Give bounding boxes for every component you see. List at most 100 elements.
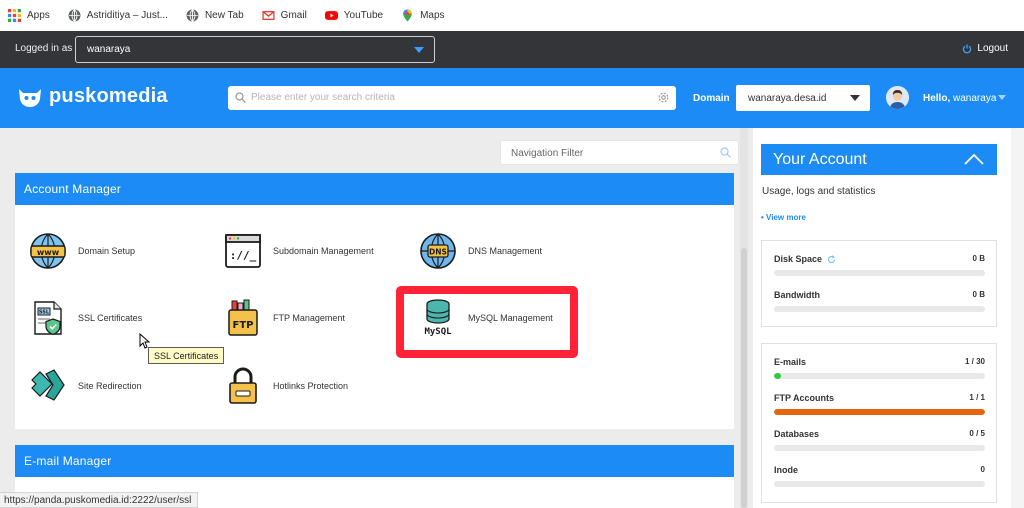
disk-space-label: Disk Space	[774, 254, 823, 264]
stat-name: E-mails	[774, 357, 807, 367]
domain-select[interactable]: wanaraya.desa.id	[736, 85, 870, 111]
navigation-filter-placeholder: Navigation Filter	[511, 148, 584, 159]
ssl-certificates-link[interactable]: SSL SSL Certificates	[29, 299, 142, 337]
bookmark-astriditiya[interactable]: Astriditiya – Just...	[68, 9, 168, 22]
logo-text: puskomedia	[49, 85, 168, 107]
item-label: FTP Management	[273, 313, 345, 323]
svg-text:SSL: SSL	[39, 310, 50, 316]
bookmark-apps[interactable]: Apps	[8, 9, 50, 22]
globe-icon	[68, 9, 81, 22]
svg-text:://_: ://_	[230, 249, 257, 262]
stat-bar	[774, 445, 985, 451]
svg-text:DNS: DNS	[429, 248, 447, 257]
stat-bar	[774, 373, 985, 379]
dns-globe-icon: DNS	[420, 233, 456, 269]
stat-value: 1 / 1	[969, 393, 985, 402]
stat-value: 1 / 30	[964, 357, 985, 366]
stat-value: 0	[980, 465, 985, 474]
youtube-icon	[324, 11, 338, 20]
apps-grid-icon	[8, 9, 21, 22]
refresh-icon[interactable]	[827, 254, 836, 264]
stat-bar-fill	[774, 373, 781, 379]
bookmark-maps[interactable]: Maps	[401, 9, 445, 22]
scrollbar-thumb[interactable]	[741, 248, 747, 508]
hotlinks-protection-link[interactable]: Hotlinks Protection	[224, 367, 348, 405]
dns-management-link[interactable]: DNS DNS Management	[419, 232, 542, 270]
usage-box-accounts: E-mails 1 / 30 FTP Accounts 1 / 1 Databa…	[761, 343, 997, 503]
bookmark-label: Maps	[420, 10, 445, 21]
ftp-management-link[interactable]: FTP FTP Management	[224, 299, 345, 337]
status-bar-url: https://panda.puskomedia.id:2222/user/ss…	[0, 492, 199, 508]
view-more-link[interactable]: • View more	[761, 213, 806, 222]
globe-icon	[186, 9, 199, 22]
bookmark-new-tab[interactable]: New Tab	[186, 9, 244, 22]
bookmark-label: New Tab	[204, 10, 244, 21]
stat-value: 0 B	[972, 254, 985, 263]
gear-icon[interactable]	[657, 91, 670, 104]
email-manager-header[interactable]: E-mail Manager	[15, 445, 734, 477]
stat-bar-fill	[774, 409, 985, 415]
chevron-down-icon	[850, 95, 860, 101]
bookmark-label: Gmail	[280, 10, 307, 21]
bookmark-label: YouTube	[343, 10, 384, 21]
domain-select-value: wanaraya.desa.id	[748, 93, 827, 104]
puskomedia-logo[interactable]: puskomedia	[17, 85, 168, 108]
chevron-down-icon[interactable]	[998, 95, 1006, 100]
tooltip-text: SSL Certificates	[154, 351, 219, 361]
hello-username: wanaraya	[953, 93, 997, 104]
search-icon	[720, 147, 731, 158]
subdomain-browser-icon: ://_	[225, 234, 261, 268]
email-manager-title: E-mail Manager	[24, 454, 112, 468]
bookmark-youtube[interactable]: YouTube	[324, 9, 384, 22]
your-account-header[interactable]: Your Account	[761, 144, 997, 175]
bookmark-label: Astriditiya – Just...	[86, 10, 168, 21]
hello-user[interactable]: Hello, wanaraya	[923, 93, 996, 104]
stat-bar	[774, 481, 985, 487]
item-label: SSL Certificates	[78, 313, 143, 323]
stat-value: 0 / 5	[969, 429, 985, 438]
navigation-filter-input[interactable]: Navigation Filter	[500, 140, 739, 165]
sidebar-scrollbar[interactable]	[1011, 128, 1024, 508]
item-label: Hotlinks Protection	[273, 381, 349, 391]
site-redirection-link[interactable]: Site Redirection	[29, 367, 142, 405]
search-icon	[235, 92, 246, 103]
ssl-certificate-icon: SSL	[34, 301, 62, 336]
stat-name: Databases	[774, 429, 820, 439]
login-bar: Logged in as wanaraya Logout	[0, 31, 1024, 68]
status-url-text: https://panda.puskomedia.id:2222/user/ss…	[4, 495, 192, 506]
user-select-value: wanaraya	[87, 44, 131, 55]
logout-button[interactable]: Logout	[962, 43, 1008, 54]
hello-label: Hello,	[923, 93, 951, 104]
gmail-icon	[262, 11, 275, 20]
power-icon	[963, 44, 972, 53]
account-manager-header[interactable]: Account Manager	[15, 173, 734, 205]
your-account-subtitle: Usage, logs and statistics	[762, 186, 876, 197]
user-select[interactable]: wanaraya	[75, 36, 435, 63]
mysql-highlight-box	[396, 286, 578, 358]
padlock-icon	[229, 367, 257, 404]
search-input[interactable]: Please enter your search criteria	[228, 86, 676, 110]
bookmarks-bar: Apps Astriditiya – Just... New Tab Gmail…	[0, 0, 1024, 31]
svg-text:FTP: FTP	[233, 320, 254, 331]
domain-setup-link[interactable]: www Domain Setup	[29, 232, 135, 270]
bookmark-label: Apps	[27, 10, 50, 21]
main-scrollbar[interactable]	[740, 128, 748, 508]
subdomain-management-link[interactable]: ://_ Subdomain Management	[224, 232, 374, 270]
stat-name: FTP Accounts	[774, 393, 835, 403]
usage-box-storage: Disk Space 0 B Bandwidth 0 B	[761, 240, 997, 327]
ftp-folder-icon: FTP	[228, 299, 258, 336]
item-label: Domain Setup	[78, 246, 136, 256]
header: puskomedia Please enter your search crit…	[0, 68, 1024, 128]
stat-name: Disk Space	[774, 254, 836, 264]
chevron-down-icon	[414, 47, 424, 53]
domain-label: Domain	[693, 93, 730, 104]
stat-bar	[774, 409, 985, 415]
avatar[interactable]	[886, 86, 909, 109]
logged-in-label: Logged in as	[15, 43, 73, 54]
maps-pin-icon	[403, 9, 412, 22]
item-label: Site Redirection	[78, 381, 142, 391]
chevron-up-icon[interactable]	[964, 153, 984, 165]
bookmark-gmail[interactable]: Gmail	[262, 9, 307, 22]
stat-bar	[774, 270, 985, 276]
svg-text:www: www	[37, 248, 60, 257]
